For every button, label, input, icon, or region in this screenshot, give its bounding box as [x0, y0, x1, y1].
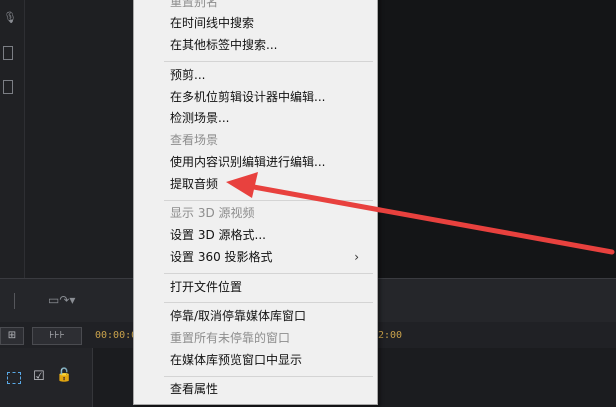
menu-item-content-aware-editing[interactable]: 使用内容识别编辑进行编辑...: [170, 153, 369, 171]
menu-item-extract-audio[interactable]: 提取音频: [170, 175, 369, 193]
panel-toggle-icon[interactable]: [3, 46, 13, 60]
menu-separator: [164, 200, 373, 201]
menu-item-view-properties[interactable]: 查看属性: [170, 380, 369, 398]
preview-window: [378, 0, 616, 278]
menu-item-dock-undock-library[interactable]: 停靠/取消停靠媒体库窗口: [170, 307, 369, 325]
menu-item-show-3d-source-video[interactable]: 显示 3D 源视频: [170, 204, 369, 222]
menu-separator: [164, 273, 373, 274]
track-manager-button[interactable]: ⊞: [0, 327, 24, 345]
menu-item-precut[interactable]: 预剪...: [170, 66, 369, 84]
menu-item-label: 设置 360 投影格式: [170, 250, 273, 264]
menu-item-search-in-other-tabs[interactable]: 在其他标签中搜索...: [170, 36, 369, 54]
track-lock-icon[interactable]: 🔓: [56, 369, 72, 382]
submenu-arrow-icon: ›: [354, 250, 359, 264]
timecode-end: 2:00: [378, 330, 403, 341]
track-video-icon[interactable]: [7, 372, 21, 384]
track-header: ☑ 🔓: [0, 348, 93, 407]
panel-toggle-icon-2[interactable]: [3, 80, 13, 94]
left-panel: 🎙: [0, 0, 25, 278]
microphone-icon[interactable]: 🎙: [3, 12, 17, 23]
menu-item-edit-in-multicam-designer[interactable]: 在多机位剪辑设计器中编辑...: [170, 88, 369, 106]
menu-separator: [164, 302, 373, 303]
menu-item-detect-scenes[interactable]: 检测场景...: [170, 109, 369, 127]
menu-separator: [164, 61, 373, 62]
menu-item-search-in-timeline[interactable]: 在时间线中搜索: [170, 14, 369, 32]
fit-timeline-button[interactable]: ⊦⊦⊦: [32, 327, 82, 345]
menu-item-set-3d-source-format[interactable]: 设置 3D 源格式...: [170, 226, 369, 244]
menu-item-set-360-projection-format[interactable]: 设置 360 投影格式 ›: [170, 248, 369, 266]
menu-item-reset-undocked-windows[interactable]: 重置所有未停靠的窗口: [170, 329, 369, 347]
menu-separator: [164, 376, 373, 377]
menu-item-show-in-library-preview[interactable]: 在媒体库预览窗口中显示: [170, 351, 369, 369]
track-enable-checkbox-icon[interactable]: ☑: [33, 370, 45, 383]
menu-item-reset-alias[interactable]: 重置别名: [170, 0, 369, 11]
menu-item-open-file-location[interactable]: 打开文件位置: [170, 278, 369, 296]
context-menu: 重置别名 在时间线中搜索 在其他标签中搜索... 预剪... 在多机位剪辑设计器…: [133, 0, 378, 405]
menu-item-view-scenes[interactable]: 查看场景: [170, 131, 369, 149]
toolbar-divider: [14, 293, 15, 309]
split-clip-icon[interactable]: ▭↷▾: [48, 294, 75, 306]
